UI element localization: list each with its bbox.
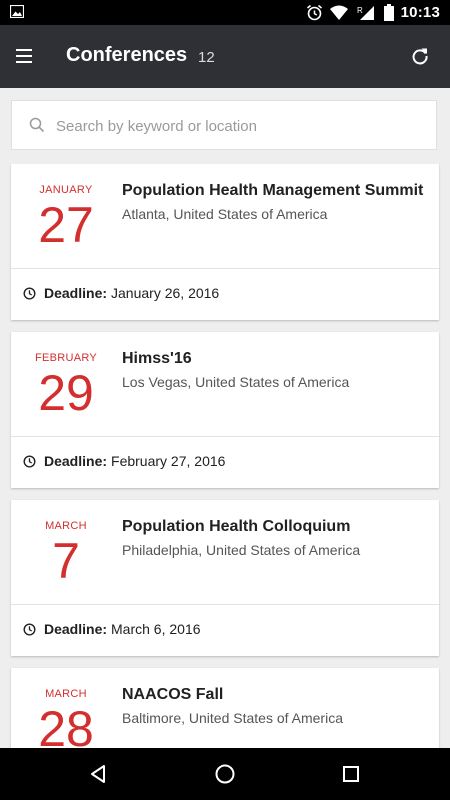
deadline-row: Deadline: January 26, 2016 xyxy=(23,285,219,301)
conference-month: JANUARY xyxy=(39,184,93,196)
alarm-icon xyxy=(306,4,322,21)
conference-month: MARCH xyxy=(45,688,87,700)
conference-name: NAACOS Fall xyxy=(122,686,224,703)
battery-icon xyxy=(383,4,394,21)
deadline-date: January 26, 2016 xyxy=(111,285,220,301)
conference-card[interactable]: FEBRUARY 29 Himss'16 Los Vegas, United S… xyxy=(11,332,439,488)
back-icon[interactable] xyxy=(86,762,110,786)
conference-location: Los Vegas, United States of America xyxy=(122,374,350,390)
status-bar: R 10:13 xyxy=(0,0,450,25)
deadline-row: Deadline: February 27, 2016 xyxy=(23,453,225,469)
home-icon[interactable] xyxy=(213,762,237,786)
search-box xyxy=(11,100,437,150)
deadline-label: Deadline: xyxy=(44,285,108,301)
conference-day: 29 xyxy=(38,365,94,421)
recents-icon[interactable] xyxy=(339,762,363,786)
card-divider xyxy=(11,268,439,269)
svg-text:R: R xyxy=(357,6,363,15)
app-bar: Conferences 12 xyxy=(0,25,450,88)
conference-location: Atlanta, United States of America xyxy=(122,206,328,222)
clock-icon xyxy=(23,286,36,300)
conference-card[interactable]: MARCH 28 NAACOS Fall Baltimore, United S… xyxy=(11,668,439,748)
conference-name: Population Health Management Summit xyxy=(122,182,424,199)
conference-month: FEBRUARY xyxy=(34,352,98,364)
refresh-icon[interactable] xyxy=(408,44,432,68)
conference-name: Himss'16 xyxy=(122,350,192,367)
search-input[interactable] xyxy=(54,109,428,143)
page-title: Conferences xyxy=(66,44,188,66)
card-divider xyxy=(11,436,439,437)
signal-icon: R xyxy=(357,5,374,20)
card-divider xyxy=(11,604,439,605)
clock-time: 10:13 xyxy=(400,4,440,21)
deadline-label: Deadline: xyxy=(44,453,108,469)
image-icon xyxy=(10,5,24,18)
conference-list: JANUARY 27 Population Health Management … xyxy=(0,164,450,748)
deadline-row: Deadline: March 6, 2016 xyxy=(23,621,201,637)
clock-icon xyxy=(23,454,36,468)
conference-location: Baltimore, United States of America xyxy=(122,710,343,726)
conference-name: Population Health Colloquium xyxy=(122,518,351,535)
menu-icon[interactable] xyxy=(14,45,36,67)
conference-location: Philadelphia, United States of America xyxy=(122,542,361,558)
deadline-date: March 6, 2016 xyxy=(111,621,201,637)
deadline-label: Deadline: xyxy=(44,621,108,637)
conference-day: 27 xyxy=(38,197,94,253)
deadline-date: February 27, 2016 xyxy=(111,453,226,469)
conference-day: 7 xyxy=(52,533,80,589)
conference-day: 28 xyxy=(38,701,94,748)
clock-icon xyxy=(23,622,36,636)
conference-card[interactable]: MARCH 7 Population Health Colloquium Phi… xyxy=(11,500,439,656)
conference-month: MARCH xyxy=(45,520,87,532)
conference-count: 12 xyxy=(198,49,215,66)
search-icon xyxy=(29,117,45,133)
conference-card[interactable]: JANUARY 27 Population Health Management … xyxy=(11,164,439,320)
wifi-icon xyxy=(329,5,348,20)
navigation-bar xyxy=(0,748,450,800)
